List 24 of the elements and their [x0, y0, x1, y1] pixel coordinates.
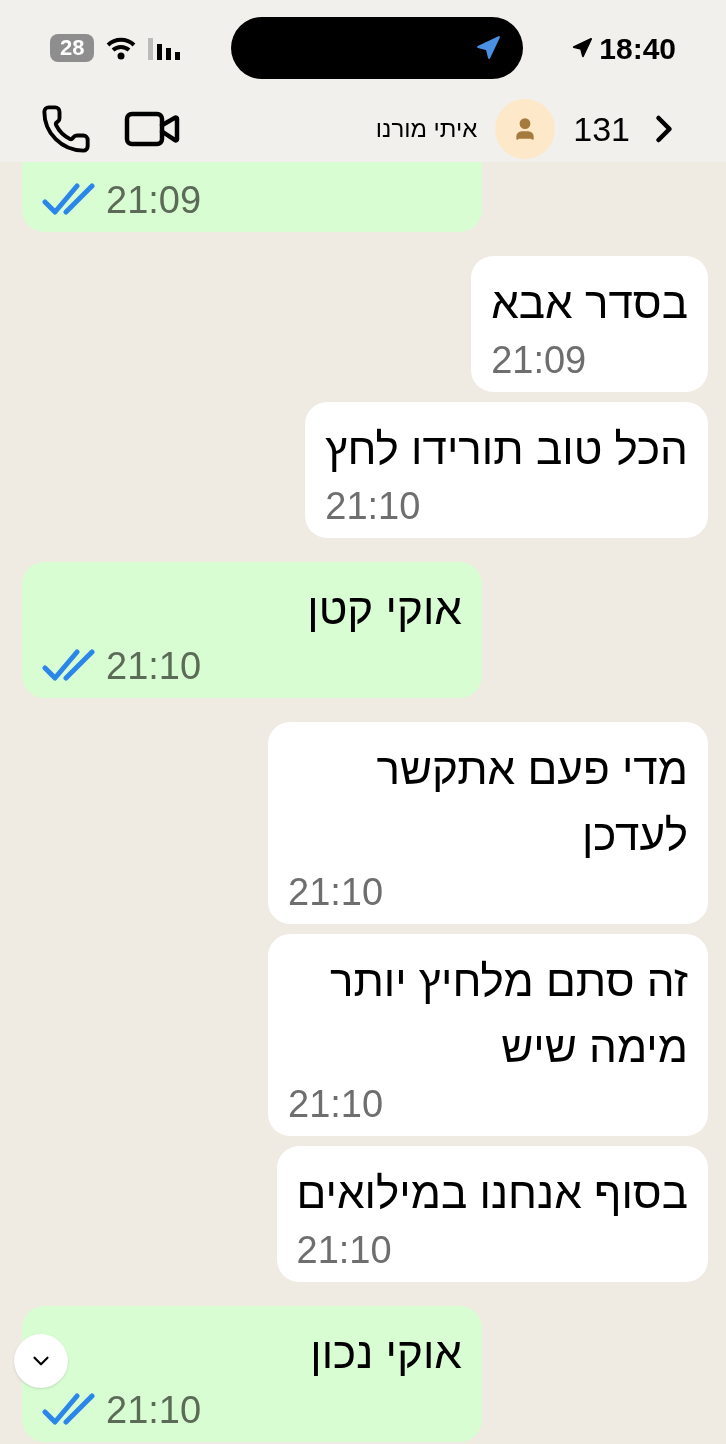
message-text: אוקי קטן [306, 583, 462, 635]
clock-time: 18:40 [599, 30, 676, 67]
navigation-icon [474, 35, 501, 61]
message-time: 21:10 [296, 1228, 392, 1272]
call-button[interactable] [40, 103, 92, 155]
message-text: זה סתם מלחיץ יותר מימה שיש [328, 955, 688, 1073]
back-button[interactable]: 131 [573, 103, 686, 155]
wifi-icon [106, 36, 137, 60]
message-time: 21:10 [288, 870, 384, 914]
location-arrow-icon [571, 37, 594, 59]
battery-indicator: 28 [50, 34, 95, 62]
message-time: 21:10 [106, 644, 202, 688]
message-text: הכל טוב תורידו לחץ [325, 423, 688, 475]
message-text: אוקי נכון [309, 1327, 462, 1379]
message-time: 21:09 [491, 338, 587, 382]
message-time: 21:10 [325, 484, 421, 528]
message-text: בסדר אבא [491, 277, 688, 329]
contact-name[interactable]: איתי מורנו [375, 111, 478, 147]
message-time: 21:10 [288, 1082, 384, 1126]
message-time: 21:09 [106, 178, 202, 222]
message-text: בסוף אנחנו במילואים [296, 1167, 688, 1219]
signal-icon [148, 36, 183, 60]
message-time: 21:10 [106, 1388, 202, 1432]
message-text: מדי פעם אתקשר לעדכן [375, 743, 688, 861]
